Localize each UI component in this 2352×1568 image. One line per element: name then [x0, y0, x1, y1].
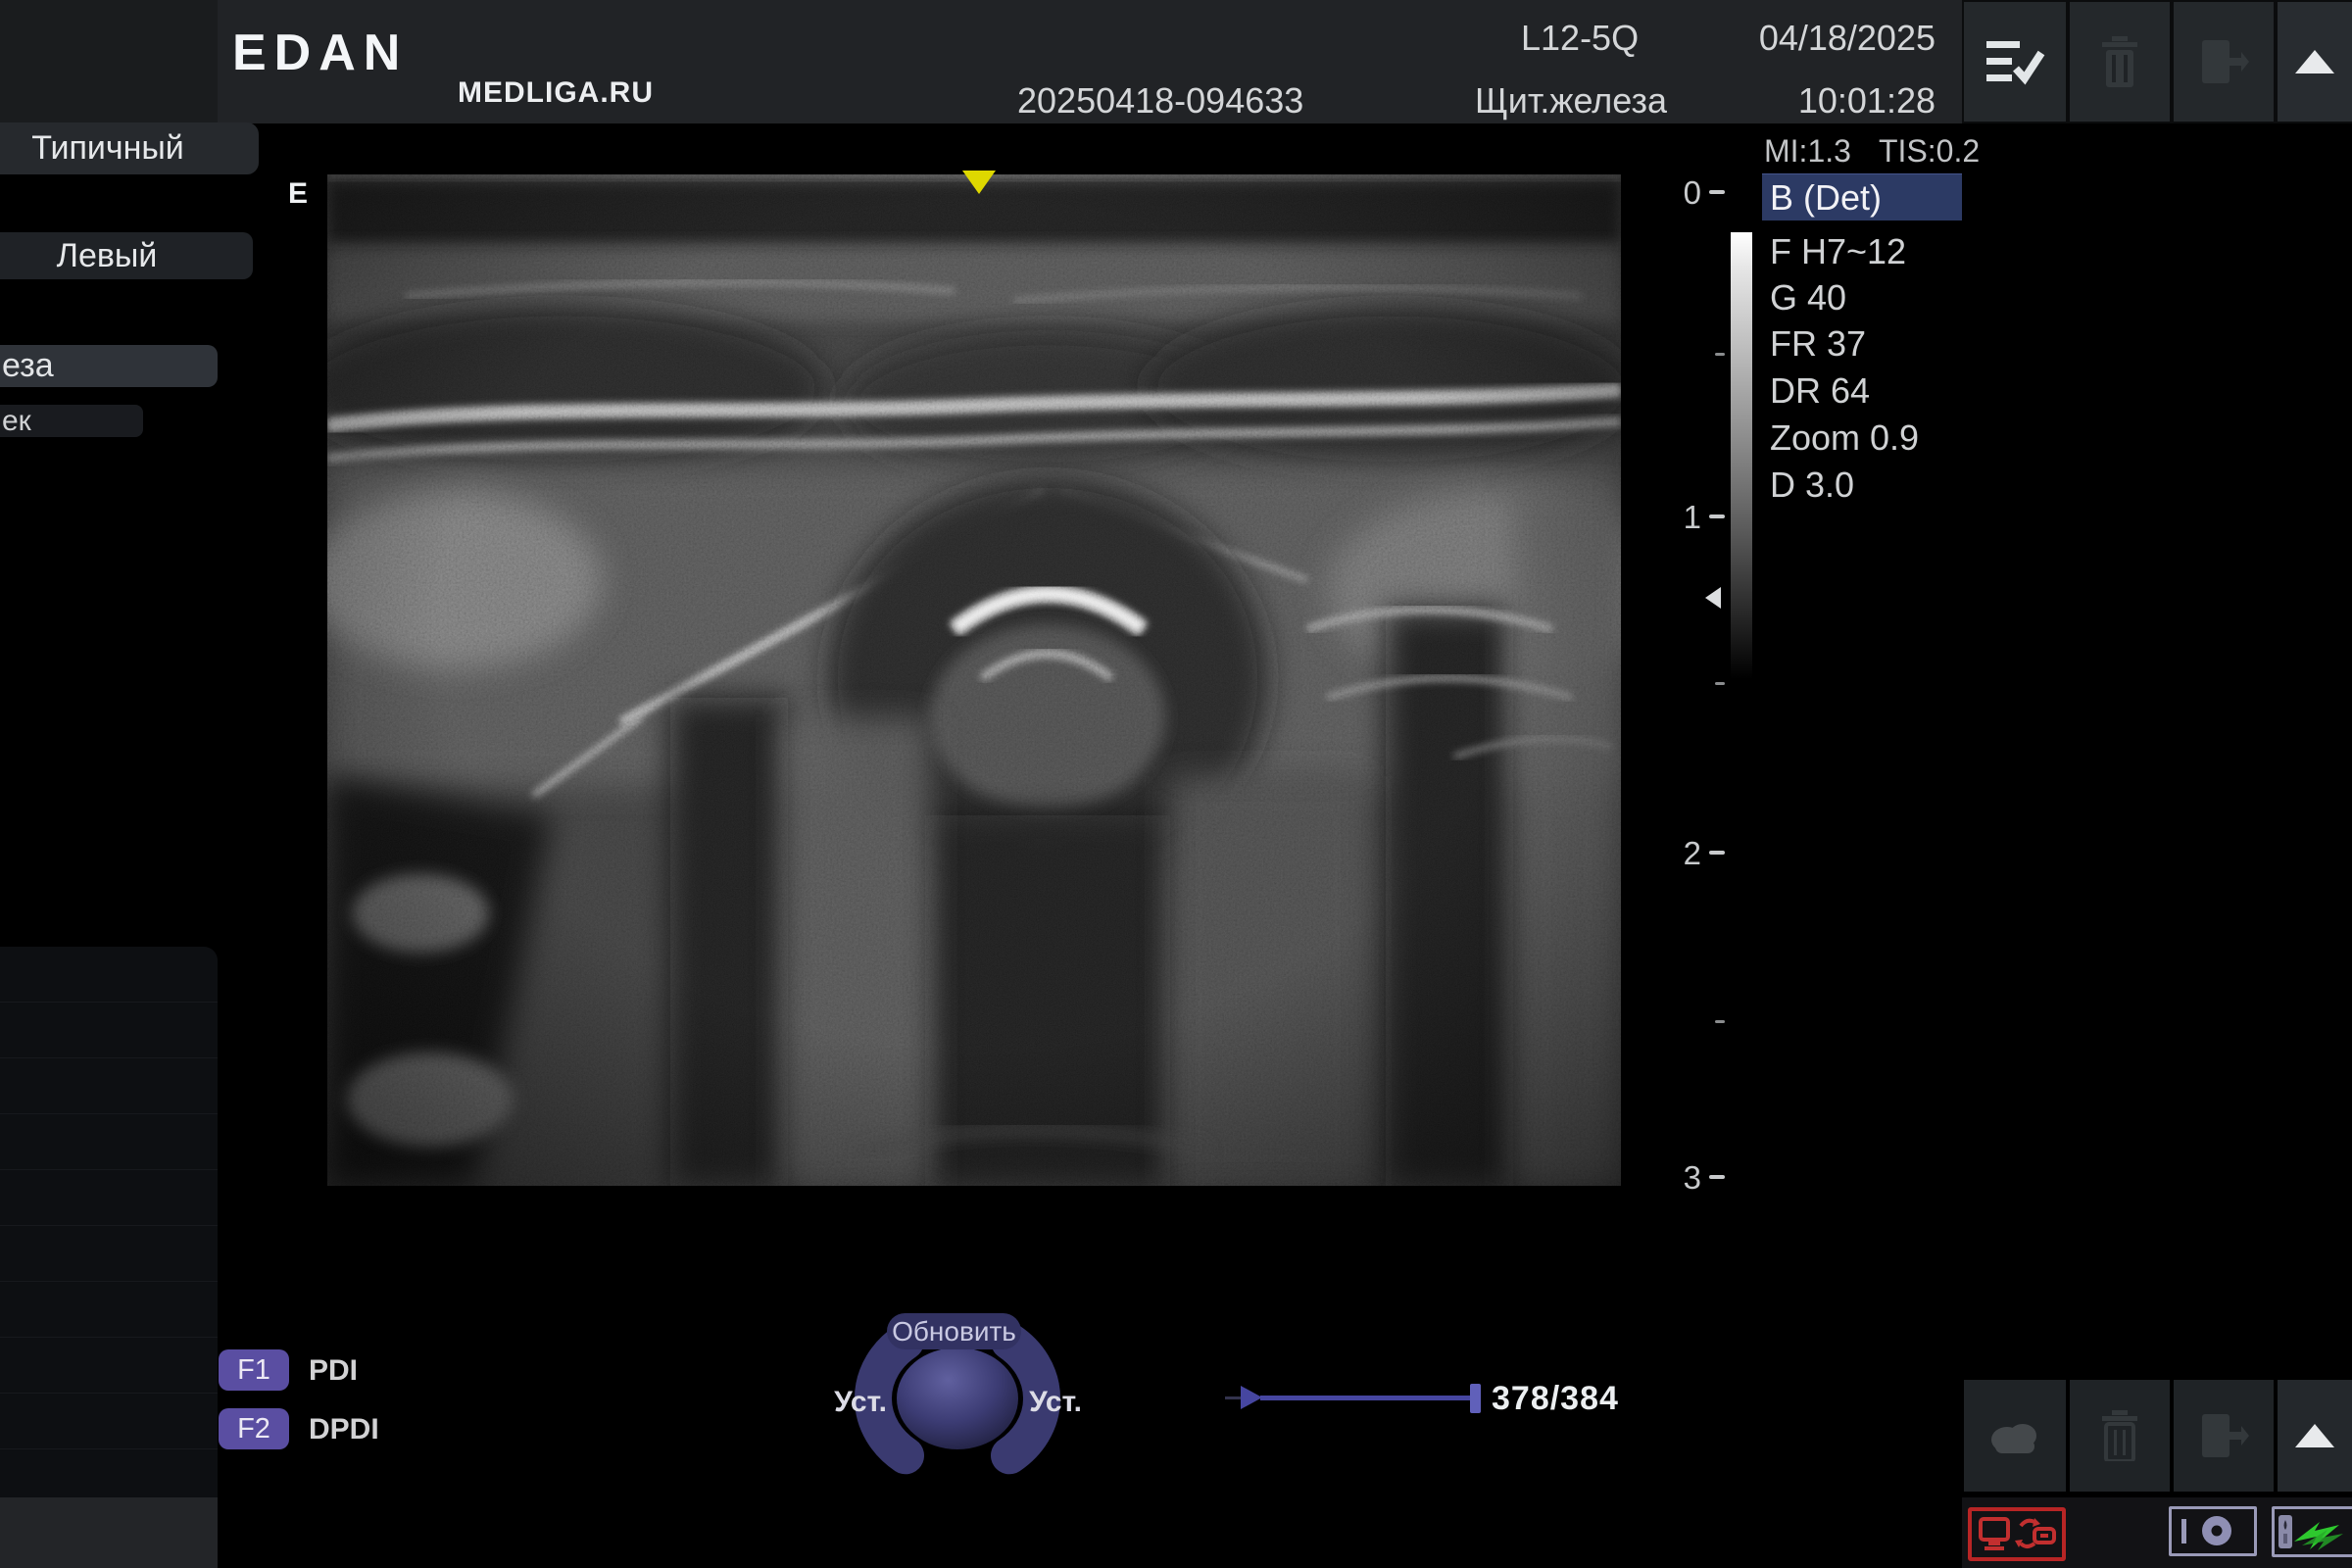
probe-name: L12-5Q [1521, 18, 1639, 59]
delete-clip-button[interactable] [2070, 1380, 2170, 1492]
f1-function-label: PDI [309, 1354, 358, 1388]
softkey-row-list [0, 947, 218, 1497]
depth-tick [1709, 1175, 1725, 1179]
f1-key[interactable]: F1 [219, 1349, 289, 1391]
focus-position-marker[interactable] [1705, 587, 1721, 609]
param-zoom[interactable]: Zoom 0.9 [1770, 415, 1966, 461]
sidebar-item-partial-top-label: еза [2, 347, 54, 385]
depth-halftick [1715, 682, 1725, 685]
depth-mark-2: 2 [1666, 835, 1701, 872]
sidebar-item-partial-bottom[interactable]: ек [0, 405, 143, 437]
sidebar-item-partial-top[interactable]: еза [0, 345, 218, 387]
export-icon [2198, 36, 2249, 87]
export-clip-button[interactable] [2174, 1380, 2274, 1492]
collapse-up-icon [2295, 1424, 2334, 1447]
delete-image-button[interactable] [2070, 2, 2170, 122]
softkey-row [0, 1057, 218, 1113]
ac-power-icon [2275, 1512, 2347, 1551]
ultrasound-screen: EDAN MEDLIGA.RU 20250418-094633 L12-5Q Щ… [0, 0, 2352, 1568]
sidebar-side-label: Левый [57, 237, 158, 275]
disc-drive-icon [2172, 1512, 2248, 1550]
softkey-row [0, 1113, 218, 1169]
display-disconnected-icon [1978, 1516, 2056, 1553]
update-button[interactable]: Обновить [887, 1313, 1021, 1349]
depth-tick [1709, 190, 1725, 194]
f1-key-label: F1 [237, 1354, 270, 1387]
collapse-bottom-toolbar-button[interactable] [2278, 1380, 2352, 1492]
depth-mark-0: 0 [1666, 174, 1701, 212]
grayscale-bar [1731, 232, 1752, 679]
worklist-check-button[interactable] [1964, 2, 2066, 122]
set-left-label[interactable]: Уст. [821, 1386, 900, 1419]
param-gain[interactable]: G 40 [1770, 274, 1966, 320]
system-date: 04/18/2025 [1754, 18, 1936, 59]
cine-slider-start-arrow [1241, 1386, 1262, 1409]
sidebar-side-button[interactable]: Левый [0, 232, 253, 279]
cine-frame-counter: 378/384 [1492, 1380, 1619, 1418]
ultrasound-image[interactable] [327, 169, 1621, 1186]
system-time: 10:01:28 [1754, 80, 1936, 122]
softkey-row [0, 1448, 218, 1497]
param-dynamic-range[interactable]: DR 64 [1770, 368, 1966, 414]
tis-value: TIS:0.2 [1879, 133, 1980, 170]
ultrasound-scan-render [327, 169, 1621, 1186]
export-image-button[interactable] [2174, 2, 2274, 122]
param-depth[interactable]: D 3.0 [1770, 462, 1966, 508]
mode-label: B (Det) [1762, 177, 1882, 219]
depth-mark-3: 3 [1666, 1159, 1701, 1197]
exam-preset: Щит.железа [1475, 80, 1667, 122]
sidebar-preset-type-button[interactable]: Типичный [0, 122, 259, 174]
collapse-toolbar-button[interactable] [2278, 2, 2352, 122]
sidebar-item-partial-bottom-label: ек [2, 405, 31, 438]
softkey-row [0, 1225, 218, 1281]
depth-halftick [1715, 353, 1725, 356]
softkey-row [0, 947, 218, 1002]
f2-function-label: DPDI [309, 1413, 379, 1446]
depth-mark-1: 1 [1666, 499, 1701, 536]
cloud-upload-button[interactable] [1964, 1380, 2066, 1492]
cine-slider-handle[interactable] [1470, 1384, 1481, 1413]
f2-key[interactable]: F2 [219, 1408, 289, 1449]
depth-tick [1709, 514, 1725, 518]
display-disconnected-indicator [1968, 1507, 2066, 1561]
header-left-zone [0, 0, 218, 123]
sidebar-preset-type-label: Типичный [31, 129, 184, 168]
brand-subtitle: MEDLIGA.RU [458, 76, 654, 110]
softkey-row [0, 1169, 218, 1225]
worklist-check-icon [1984, 37, 2045, 86]
softkey-row [0, 1337, 218, 1393]
f2-key-label: F2 [237, 1413, 270, 1446]
softkey-row [0, 1393, 218, 1448]
trash-icon [2100, 1410, 2139, 1461]
depth-halftick [1715, 1020, 1725, 1023]
trackball[interactable] [897, 1348, 1018, 1449]
orientation-marker: E [288, 177, 308, 211]
exam-id: 20250418-094633 [1017, 80, 1303, 122]
softkey-row [0, 1002, 218, 1057]
cine-slider-track[interactable] [1260, 1396, 1472, 1400]
depth-tick [1709, 851, 1725, 855]
cloud-icon [1985, 1416, 2044, 1455]
export-icon [2198, 1410, 2249, 1461]
mode-indicator[interactable]: B (Det) [1762, 173, 1962, 220]
set-right-label[interactable]: Уст. [1016, 1386, 1095, 1419]
ac-power-indicator [2272, 1506, 2352, 1557]
update-button-label: Обновить [892, 1316, 1016, 1348]
softkey-row [0, 1281, 218, 1337]
collapse-up-icon [2295, 50, 2334, 74]
bottom-left-strip [0, 1497, 218, 1568]
brand-logo: EDAN [232, 24, 408, 82]
mi-value: MI:1.3 [1764, 133, 1851, 170]
trash-icon [2100, 36, 2139, 87]
param-frequency[interactable]: F H7~12 [1770, 228, 1966, 274]
disc-drive-indicator [2169, 1506, 2257, 1556]
param-framerate[interactable]: FR 37 [1770, 320, 1966, 367]
